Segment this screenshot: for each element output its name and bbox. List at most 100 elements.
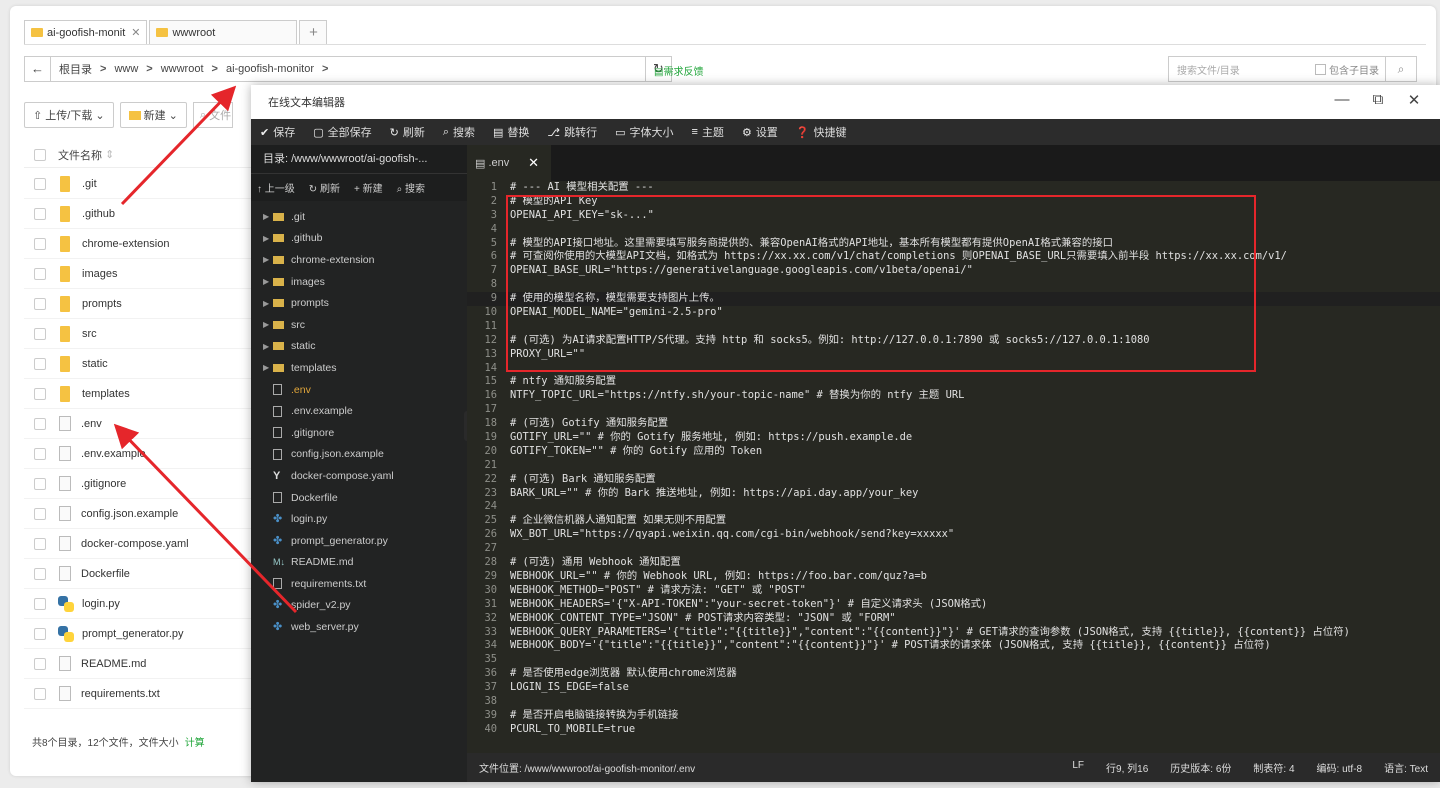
tree-item[interactable]: Ydocker-compose.yaml	[251, 465, 467, 487]
tree-item[interactable]: .gitignore	[251, 422, 467, 444]
row-checkbox[interactable]	[34, 657, 46, 670]
file-name[interactable]: README.md	[81, 658, 146, 670]
file-name[interactable]: .env	[81, 418, 102, 430]
tree-item[interactable]: .env	[251, 379, 467, 401]
close-icon[interactable]: ✕	[1396, 91, 1432, 109]
tree-item[interactable]: ▶ templates	[251, 357, 467, 379]
menu-item-2[interactable]: ↻ 刷新	[381, 119, 434, 145]
status-encoding[interactable]: 编码: utf-8	[1317, 760, 1363, 775]
status-history[interactable]: 历史版本: 6份	[1170, 760, 1231, 775]
file-name[interactable]: prompts	[82, 298, 122, 310]
minimize-icon[interactable]: —	[1324, 91, 1360, 109]
caret-right-icon[interactable]: ▶	[263, 255, 273, 264]
row-checkbox[interactable]	[34, 237, 46, 250]
file-name[interactable]: login.py	[82, 598, 120, 610]
editor-tab-env[interactable]: ▤ .env ✕	[467, 145, 551, 181]
tab-ai-goofish-monitor[interactable]: ai-goofish-monit ✕	[24, 20, 148, 44]
row-checkbox[interactable]	[34, 267, 46, 280]
caret-right-icon[interactable]: ▶	[263, 363, 273, 372]
tree-item[interactable]: ▶ static	[251, 336, 467, 358]
tree-item[interactable]: M↓ README.md	[251, 552, 467, 574]
file-row[interactable]: src	[24, 319, 254, 349]
row-checkbox[interactable]	[34, 357, 46, 370]
menu-item-7[interactable]: ≡ 主题	[683, 119, 733, 145]
tree-item[interactable]: ▶ images	[251, 271, 467, 293]
include-subdir-checkbox[interactable]: 包含子目录	[1315, 62, 1379, 77]
file-row[interactable]: login.py	[24, 589, 254, 619]
caret-right-icon[interactable]: ▶	[263, 299, 273, 308]
file-filter-input[interactable]: ⌕ 文件	[192, 102, 233, 128]
file-name[interactable]: Dockerfile	[81, 568, 130, 580]
upload-download-button[interactable]: ⇧ 上传/下载 ⌄	[24, 102, 114, 128]
caret-right-icon[interactable]: ▶	[263, 320, 273, 329]
file-name[interactable]: src	[82, 328, 97, 340]
file-row[interactable]: static	[24, 349, 254, 379]
row-checkbox[interactable]	[34, 567, 46, 580]
file-name[interactable]: .github	[82, 208, 115, 220]
file-name[interactable]: images	[82, 268, 117, 280]
add-tab-button[interactable]: +	[299, 20, 328, 44]
file-row[interactable]: .github	[24, 199, 254, 229]
tree-item[interactable]: Dockerfile	[251, 487, 467, 509]
file-name[interactable]: prompt_generator.py	[82, 628, 184, 640]
tree-item[interactable]: ✤ prompt_generator.py	[251, 530, 467, 552]
sidebar-action-0[interactable]: ↑ 上一级	[257, 180, 295, 195]
menu-item-9[interactable]: ❓ 快捷键	[787, 119, 856, 145]
menu-item-4[interactable]: ▤ 替换	[484, 119, 538, 145]
menu-item-8[interactable]: ⚙ 设置	[733, 119, 787, 145]
row-checkbox[interactable]	[34, 507, 46, 520]
caret-right-icon[interactable]: ▶	[263, 342, 273, 351]
file-row[interactable]: images	[24, 259, 254, 289]
tab-wwwroot[interactable]: wwwroot	[149, 20, 298, 44]
row-checkbox[interactable]	[34, 417, 46, 430]
menu-item-0[interactable]: ✔ 保存	[251, 119, 304, 145]
crumb-root[interactable]: 根目录	[59, 61, 92, 77]
row-checkbox[interactable]	[34, 297, 46, 310]
feedback-link[interactable]: ▤需求反馈	[654, 63, 703, 78]
row-checkbox[interactable]	[34, 597, 46, 610]
calc-size-link[interactable]: 计算	[185, 738, 205, 749]
caret-right-icon[interactable]: ▶	[263, 277, 273, 286]
row-checkbox[interactable]	[34, 627, 46, 640]
status-language[interactable]: 语言: Text	[1384, 760, 1428, 775]
file-row[interactable]: templates	[24, 379, 254, 409]
file-row[interactable]: chrome-extension	[24, 229, 254, 259]
tree-item[interactable]: ▶ chrome-extension	[251, 249, 467, 271]
file-name[interactable]: chrome-extension	[82, 238, 169, 250]
menu-item-6[interactable]: ▭ 字体大小	[606, 119, 682, 145]
status-tab[interactable]: 制表符: 4	[1253, 760, 1294, 775]
tree-item[interactable]: requirements.txt	[251, 573, 467, 595]
file-row[interactable]: prompts	[24, 289, 254, 319]
back-arrow-icon[interactable]: ←	[25, 57, 51, 81]
crumb-www[interactable]: www	[114, 63, 138, 75]
row-checkbox[interactable]	[34, 207, 46, 220]
row-checkbox[interactable]	[34, 687, 46, 700]
tree-item[interactable]: ▶ .git	[251, 206, 467, 228]
menu-item-5[interactable]: ⎇ 跳转行	[538, 119, 606, 145]
search-icon[interactable]: ⌕	[1385, 56, 1417, 82]
caret-right-icon[interactable]: ▶	[263, 212, 273, 221]
menu-item-1[interactable]: ▢ 全部保存	[304, 119, 380, 145]
file-search-input[interactable]: 搜索文件/目录 包含子目录	[1168, 56, 1386, 82]
file-row[interactable]: Dockerfile	[24, 559, 254, 589]
file-name[interactable]: requirements.txt	[81, 688, 160, 700]
file-row[interactable]: .gitignore	[24, 469, 254, 499]
close-tab-icon[interactable]: ✕	[528, 155, 539, 171]
row-checkbox[interactable]	[34, 537, 46, 550]
close-icon[interactable]: ✕	[131, 26, 140, 39]
sidebar-action-3[interactable]: ⌕ 搜索	[397, 180, 425, 195]
new-button[interactable]: 新建 ⌄	[119, 102, 187, 128]
file-row[interactable]: docker-compose.yaml	[24, 529, 254, 559]
tree-item[interactable]: ▶ .github	[251, 228, 467, 250]
file-name[interactable]: static	[82, 358, 108, 370]
status-eol[interactable]: LF	[1072, 760, 1084, 775]
sidebar-action-1[interactable]: ↻ 刷新	[309, 180, 340, 195]
tree-item[interactable]: ✤ web_server.py	[251, 616, 467, 638]
tree-item[interactable]: ✤ login.py	[251, 508, 467, 530]
file-row[interactable]: .env	[24, 409, 254, 439]
tree-item[interactable]: ▶ prompts	[251, 292, 467, 314]
column-name[interactable]: 文件名称	[58, 147, 102, 163]
file-name[interactable]: config.json.example	[81, 508, 178, 520]
file-row[interactable]: README.md	[24, 649, 254, 679]
file-row[interactable]: .env.example	[24, 439, 254, 469]
